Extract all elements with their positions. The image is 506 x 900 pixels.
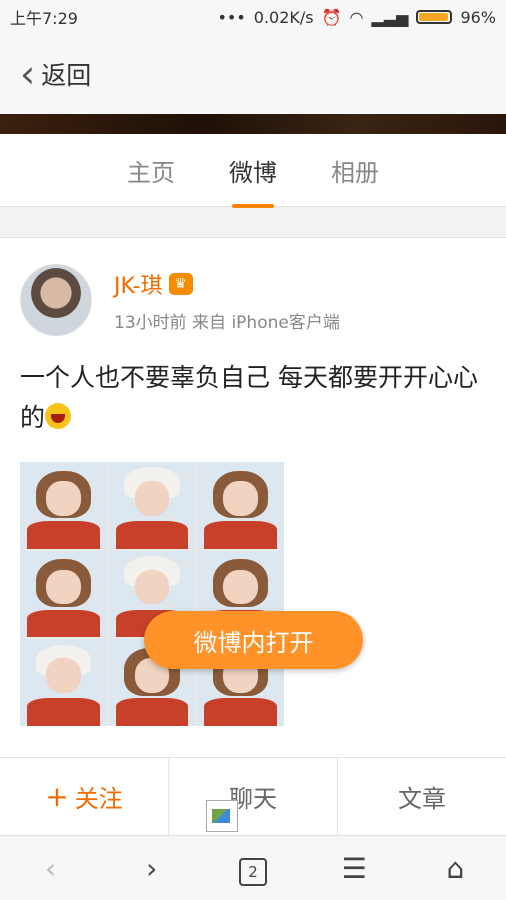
back-button[interactable]: 返回 — [41, 56, 91, 92]
photo-grid[interactable] — [20, 462, 284, 726]
browser-forward-icon[interactable]: › — [122, 852, 182, 885]
action-bar: + 关注 聊天 文章 — [0, 757, 506, 835]
more-dots-icon: ••• — [217, 7, 246, 27]
top-nav: ‹ 返回 — [0, 34, 506, 114]
post-meta: 13小时前 来自 iPhone客户端 — [114, 312, 340, 333]
tab-count: 2 — [238, 857, 267, 886]
status-bar: 上午7:29 ••• 0.02K/s ⏰ ◠ ▂▃▅ 96% — [0, 0, 506, 34]
post-text: 一个人也不要辜负自己 每天都要开开心心的 — [20, 358, 486, 438]
back-icon[interactable]: ‹ — [20, 55, 35, 93]
vip-crown-icon: ♛ — [168, 272, 193, 295]
photo-thumb[interactable] — [20, 462, 107, 549]
status-time: 上午7:29 — [10, 9, 78, 28]
alarm-icon: ⏰ — [321, 7, 342, 27]
photo-thumb[interactable] — [20, 639, 107, 726]
tab-home[interactable]: 主页 — [123, 153, 179, 188]
profile-tabs: 主页 微博 相册 — [0, 134, 506, 206]
profile-banner — [0, 114, 506, 134]
home-icon[interactable]: ⌂ — [425, 852, 485, 885]
signal-icon: ▂▃▅ — [371, 7, 409, 27]
section-divider — [0, 206, 506, 238]
browser-back-icon[interactable]: ‹ — [21, 852, 81, 885]
battery-icon — [416, 10, 453, 24]
wifi-icon: ◠ — [349, 7, 364, 27]
open-in-app-button[interactable]: 微博内打开 — [144, 611, 363, 669]
follow-button[interactable]: + 关注 — [0, 758, 169, 835]
photo-thumb[interactable] — [197, 462, 284, 549]
browser-toolbar: ‹ › 2 ☰ ⌂ — [0, 835, 506, 900]
avatar[interactable] — [20, 264, 92, 336]
network-speed: 0.02K/s — [253, 7, 314, 27]
article-button[interactable]: 文章 — [338, 758, 506, 835]
tab-weibo[interactable]: 微博 — [225, 153, 281, 188]
photo-thumb[interactable] — [20, 550, 107, 638]
broken-image-icon — [206, 800, 238, 832]
menu-icon[interactable]: ☰ — [324, 852, 384, 885]
photo-thumb[interactable] — [108, 462, 196, 549]
post-text-body: 一个人也不要辜负自己 每天都要开开心心的 — [20, 363, 478, 432]
plus-icon: + — [45, 780, 69, 813]
post-author: JK-琪 ♛ 13小时前 来自 iPhone客户端 — [20, 238, 486, 336]
laughing-emoji-icon — [45, 403, 72, 429]
tab-album[interactable]: 相册 — [327, 153, 383, 188]
tabs-button[interactable]: 2 — [223, 851, 283, 886]
chat-button[interactable]: 聊天 — [169, 758, 338, 835]
article-label: 文章 — [398, 785, 446, 813]
author-name[interactable]: JK-琪 — [114, 268, 163, 300]
follow-label: 关注 — [74, 785, 123, 813]
battery-percent: 96% — [460, 7, 496, 27]
